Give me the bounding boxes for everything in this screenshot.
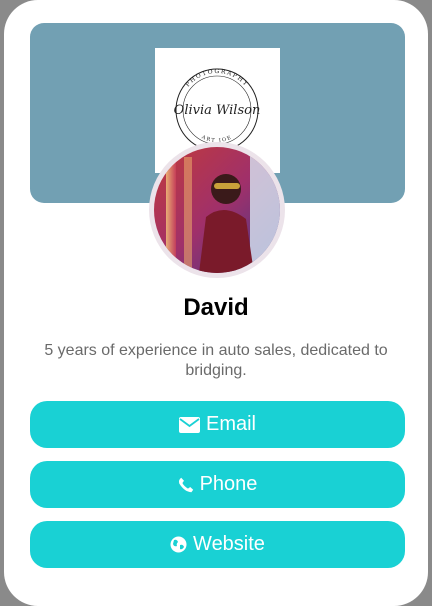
globe-icon: [170, 536, 187, 553]
phone-button[interactable]: Phone: [30, 461, 405, 508]
avatar-frame: [149, 142, 285, 278]
avatar: [154, 147, 280, 273]
profile-bio: 5 years of experience in auto sales, ded…: [44, 342, 388, 379]
website-button-label: Website: [193, 533, 265, 555]
svg-text:Olivia Wilson: Olivia Wilson: [174, 103, 261, 118]
email-button-label: Email: [205, 413, 256, 435]
profile-card: PHOTOGRAPHY Olivia Wilson ART JOE David …: [4, 0, 428, 606]
envelope-icon: [178, 416, 200, 433]
website-button[interactable]: Website: [30, 521, 405, 568]
profile-name: David: [183, 294, 249, 321]
phone-button-label: Phone: [199, 473, 258, 495]
phone-icon: [178, 477, 194, 493]
email-button[interactable]: Email: [30, 401, 405, 448]
